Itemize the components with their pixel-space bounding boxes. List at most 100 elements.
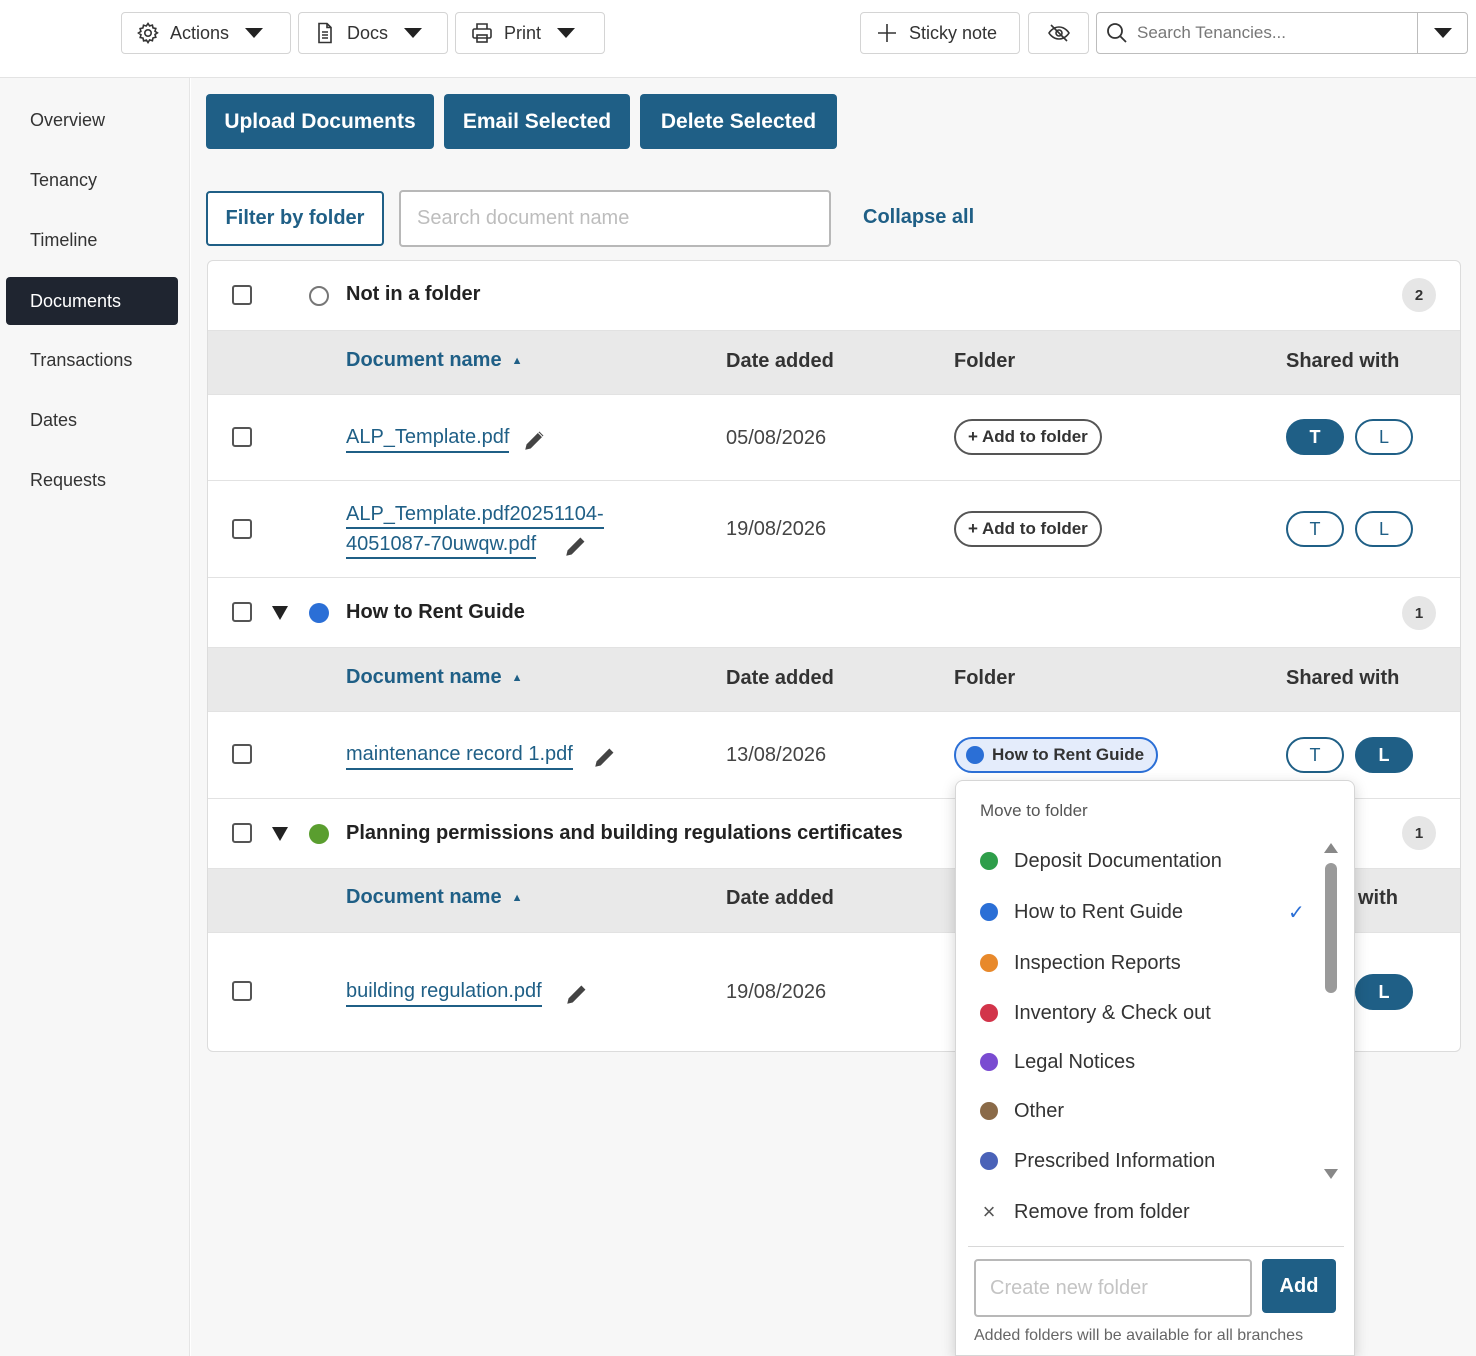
remove-from-folder-option[interactable]: × Remove from folder: [980, 1192, 1300, 1232]
hide-toggle-button[interactable]: [1028, 12, 1089, 54]
folder-option-label: Prescribed Information: [1014, 1149, 1216, 1172]
sort-ascending-icon: ▲: [511, 671, 523, 684]
pencil-icon[interactable]: [592, 744, 618, 770]
folder-pill-button[interactable]: How to Rent Guide: [954, 737, 1159, 773]
folder-option-prescribed-information[interactable]: Prescribed Information: [980, 1141, 1300, 1181]
column-header-document-name[interactable]: Document name ▲: [346, 349, 522, 372]
column-header-label: Document name: [346, 349, 502, 371]
print-menu-button[interactable]: Print: [455, 12, 605, 54]
upload-documents-button[interactable]: Upload Documents: [206, 94, 434, 149]
actions-menu-button[interactable]: Actions: [121, 12, 291, 54]
pencil-icon[interactable]: [522, 427, 548, 453]
sticky-note-label: Sticky note: [909, 22, 998, 43]
collapse-triangle-icon[interactable]: [272, 827, 288, 841]
add-folder-button[interactable]: Add: [1262, 1259, 1336, 1313]
folder-option-other[interactable]: Other: [980, 1091, 1300, 1131]
folder-option-inspection-reports[interactable]: Inspection Reports: [980, 943, 1300, 983]
row-checkbox[interactable]: [232, 427, 252, 447]
sidebar-item-documents[interactable]: Documents: [6, 277, 178, 325]
delete-selected-button[interactable]: Delete Selected: [640, 94, 837, 149]
folder-group-title: Planning permissions and building regula…: [346, 822, 903, 844]
email-selected-button[interactable]: Email Selected: [444, 94, 630, 149]
collapse-triangle-icon[interactable]: [272, 606, 288, 620]
group-checkbox[interactable]: [232, 823, 252, 843]
actions-label: Actions: [170, 22, 230, 43]
document-link[interactable]: ALP_Template.pdf: [346, 423, 510, 453]
column-header-shared-with: Shared with: [1286, 667, 1400, 689]
folder-option-label: Inventory & Check out: [1014, 1001, 1211, 1024]
document-search-input[interactable]: [399, 190, 831, 247]
search-dropdown-button[interactable]: [1417, 13, 1467, 53]
share-landlord-toggle[interactable]: L: [1355, 737, 1413, 773]
folder-option-legal-notices[interactable]: Legal Notices: [980, 1042, 1300, 1082]
folder-color-dot: [309, 603, 329, 623]
column-header-date-added: Date added: [726, 667, 834, 689]
folder-option-inventory-check-out[interactable]: Inventory & Check out: [980, 993, 1300, 1033]
folder-count-badge: 1: [1402, 596, 1436, 630]
sidebar-nav: Overview Tenancy Timeline Documents Tran…: [0, 78, 190, 1356]
row-checkbox[interactable]: [232, 519, 252, 539]
row-checkbox[interactable]: [232, 981, 252, 1001]
chevron-down-icon: [245, 28, 264, 38]
tenancy-search-input[interactable]: [1137, 23, 1413, 43]
folder-color-dot: [980, 954, 998, 972]
column-header-date-added: Date added: [726, 887, 834, 909]
share-landlord-toggle[interactable]: L: [1355, 974, 1413, 1010]
column-header-document-name[interactable]: Document name ▲: [346, 886, 522, 909]
share-tenant-toggle[interactable]: T: [1286, 511, 1344, 547]
print-label: Print: [504, 22, 542, 43]
scroll-up-arrow-icon[interactable]: [1324, 843, 1338, 853]
sort-ascending-icon: ▲: [511, 891, 523, 904]
document-link-line: ALP_Template.pdf20251104-: [346, 501, 604, 529]
folder-pill-label: How to Rent Guide: [992, 745, 1145, 764]
sticky-note-button[interactable]: Sticky note: [860, 12, 1020, 54]
scroll-down-arrow-icon[interactable]: [1324, 1169, 1338, 1179]
share-tenant-toggle[interactable]: T: [1286, 419, 1344, 455]
column-header-document-name[interactable]: Document name ▲: [346, 666, 522, 689]
folder-option-deposit-documentation[interactable]: Deposit Documentation: [980, 841, 1300, 881]
chevron-down-icon: [557, 28, 576, 38]
share-landlord-toggle[interactable]: L: [1355, 419, 1413, 455]
menu-title: Move to folder: [980, 801, 1088, 820]
new-folder-note: Added folders will be available for all …: [974, 1327, 1304, 1344]
folder-count-badge: 1: [1402, 816, 1436, 850]
group-checkbox[interactable]: [232, 285, 252, 305]
folder-option-label: Inspection Reports: [1014, 951, 1181, 974]
checkmark-icon: ✓: [1288, 901, 1305, 924]
sidebar-item-requests[interactable]: Requests: [6, 456, 178, 504]
sort-ascending-icon: ▲: [511, 354, 523, 367]
add-to-folder-button[interactable]: + Add to folder: [954, 419, 1102, 455]
document-link[interactable]: building regulation.pdf: [346, 977, 542, 1007]
folder-option-label: Legal Notices: [1014, 1050, 1136, 1073]
folder-option-how-to-rent-guide[interactable]: How to Rent Guide ✓: [980, 892, 1305, 932]
date-added: 19/08/2026: [726, 518, 827, 540]
group-checkbox[interactable]: [232, 602, 252, 622]
pencil-icon[interactable]: [564, 981, 590, 1007]
close-icon: ×: [982, 1199, 996, 1224]
folder-color-dot: [966, 746, 984, 764]
docs-menu-button[interactable]: Docs: [298, 12, 448, 54]
collapse-all-link[interactable]: Collapse all: [863, 206, 974, 229]
folder-color-dot: [980, 1102, 998, 1120]
row-checkbox[interactable]: [232, 744, 252, 764]
filter-by-folder-button[interactable]: Filter by folder: [206, 191, 384, 246]
sidebar-item-overview[interactable]: Overview: [6, 96, 178, 144]
table-row: ALP_Template.pdf 05/08/2026 + Add to fol…: [208, 395, 1460, 481]
share-tenant-toggle[interactable]: T: [1286, 737, 1344, 773]
pencil-icon[interactable]: [563, 533, 589, 559]
document-link[interactable]: maintenance record 1.pdf: [346, 740, 573, 770]
new-folder-input[interactable]: [974, 1259, 1252, 1317]
docs-label: Docs: [347, 22, 389, 43]
sidebar-item-transactions[interactable]: Transactions: [6, 336, 178, 384]
menu-scrollbar-thumb[interactable]: [1325, 863, 1337, 993]
sidebar-item-tenancy[interactable]: Tenancy: [6, 156, 178, 204]
chevron-down-icon: [404, 28, 423, 38]
share-landlord-toggle[interactable]: L: [1355, 511, 1413, 547]
folder-color-dot: [980, 1004, 998, 1022]
tenancy-search: [1096, 12, 1468, 54]
folder-option-label: How to Rent Guide: [1014, 900, 1183, 923]
sidebar-item-timeline[interactable]: Timeline: [6, 216, 178, 264]
add-to-folder-button[interactable]: + Add to folder: [954, 511, 1102, 547]
folder-color-dot: [980, 1152, 998, 1170]
sidebar-item-dates[interactable]: Dates: [6, 396, 178, 444]
